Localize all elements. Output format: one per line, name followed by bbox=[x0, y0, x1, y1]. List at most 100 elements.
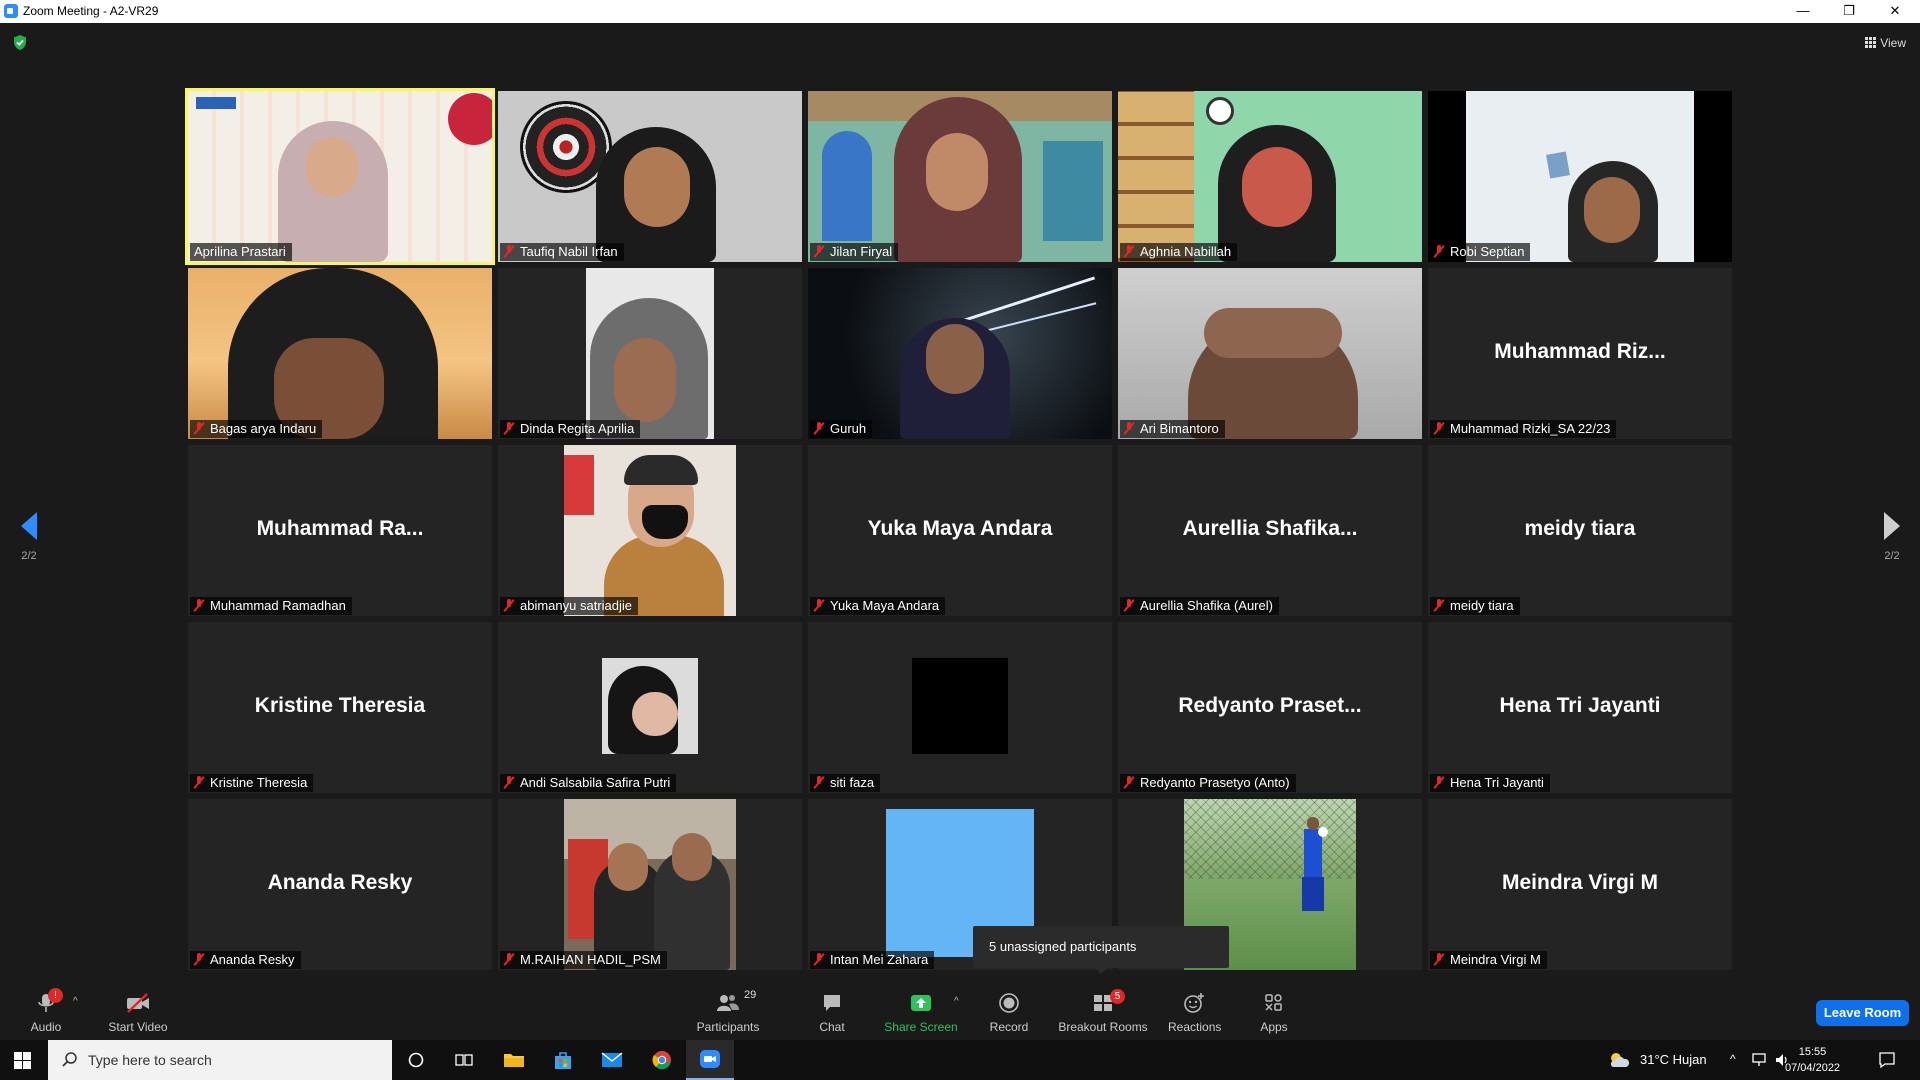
weather-cloud-icon bbox=[1610, 1053, 1630, 1067]
participant-name-label: Yuka Maya Andara bbox=[810, 597, 946, 615]
meeting-top-strip: View bbox=[0, 23, 1920, 63]
participant-tile-p18[interactable]: siti faza bbox=[808, 622, 1112, 793]
muted-mic-icon bbox=[194, 953, 204, 966]
apps-button[interactable]: Apps bbox=[1254, 992, 1294, 1034]
page-indicator-right: 2/2 bbox=[1884, 550, 1900, 562]
muted-mic-icon bbox=[504, 776, 514, 789]
participant-name-label: Kristine Theresia bbox=[190, 774, 314, 792]
previous-page-button[interactable]: 2/2 bbox=[9, 512, 49, 562]
video-camera-off-icon bbox=[127, 993, 149, 1013]
muted-mic-icon bbox=[814, 245, 824, 258]
reactions-label: Reactions bbox=[1168, 1020, 1222, 1034]
restore-button[interactable]: ❐ bbox=[1826, 0, 1872, 23]
close-button[interactable]: ✕ bbox=[1872, 0, 1918, 23]
weather-status[interactable]: 31°C Hujan bbox=[1640, 1052, 1707, 1067]
share-options-caret-icon[interactable]: ^ bbox=[954, 996, 959, 1007]
muted-mic-icon bbox=[194, 422, 204, 435]
chrome-button[interactable] bbox=[638, 1040, 686, 1080]
mail-button[interactable] bbox=[588, 1040, 636, 1080]
participant-tile-p1[interactable]: Aprilina Prastari bbox=[185, 88, 495, 265]
task-view-icon bbox=[455, 1054, 473, 1066]
participant-display-name: Meindra Virgi M bbox=[1502, 871, 1658, 894]
record-label: Record bbox=[989, 1020, 1029, 1034]
view-button[interactable]: View bbox=[1865, 36, 1906, 50]
right-arrow-icon bbox=[1884, 512, 1900, 540]
participant-tile-p6[interactable]: Bagas arya Indaru bbox=[188, 268, 492, 439]
participants-button[interactable]: 29 Participants bbox=[696, 989, 760, 1034]
video-feed bbox=[808, 91, 1112, 262]
minimize-button[interactable]: — bbox=[1780, 0, 1826, 23]
share-screen-button[interactable]: Share Screen bbox=[884, 992, 958, 1034]
breakout-rooms-button[interactable]: 5 Breakout Rooms bbox=[1058, 989, 1148, 1034]
page-indicator-left: 2/2 bbox=[21, 550, 37, 562]
file-explorer-button[interactable] bbox=[490, 1040, 538, 1080]
participant-tile-p11[interactable]: Muhammad Ra... Muhammad Ramadhan bbox=[188, 445, 492, 616]
record-button[interactable]: Record bbox=[986, 992, 1032, 1034]
participant-tile-p7[interactable]: Dinda Regita Aprilia bbox=[498, 268, 802, 439]
taskbar-clock[interactable]: 15:55 07/04/2022 bbox=[1785, 1044, 1840, 1076]
taskbar-search-box[interactable]: Type here to search bbox=[48, 1040, 392, 1080]
zoom-taskbar-button[interactable] bbox=[686, 1040, 734, 1080]
participant-tile-p8[interactable]: Guruh bbox=[808, 268, 1112, 439]
task-view-button[interactable] bbox=[440, 1040, 488, 1080]
participants-icon bbox=[717, 995, 739, 1011]
notifications-icon[interactable] bbox=[1878, 1051, 1896, 1069]
participant-tile-p4[interactable]: Aghnia Nabillah bbox=[1118, 91, 1422, 262]
video-feed bbox=[602, 658, 698, 754]
audio-button[interactable]: ! Audio bbox=[26, 988, 66, 1034]
video-feed bbox=[1118, 268, 1422, 439]
chat-button[interactable]: Chat bbox=[812, 992, 852, 1034]
participant-tile-p15[interactable]: meidy tiara meidy tiara bbox=[1428, 445, 1732, 616]
show-hidden-icons-chevron-icon[interactable]: ^ bbox=[1730, 1052, 1736, 1066]
leave-room-button[interactable]: Leave Room bbox=[1816, 1000, 1909, 1026]
participant-tile-p20[interactable]: Hena Tri Jayanti Hena Tri Jayanti bbox=[1428, 622, 1732, 793]
participant-tile-p16[interactable]: Kristine Theresia Kristine Theresia bbox=[188, 622, 492, 793]
participant-tile-p9[interactable]: Ari Bimantoro bbox=[1118, 268, 1422, 439]
participant-tile-p25[interactable]: Meindra Virgi M Meindra Virgi M bbox=[1428, 799, 1732, 970]
participant-name-label: Aurellia Shafika (Aurel) bbox=[1120, 597, 1279, 615]
video-feed bbox=[564, 445, 736, 616]
participant-name-label: Dinda Regita Aprilia bbox=[500, 420, 641, 438]
view-label: View bbox=[1880, 36, 1906, 50]
participant-tile-p2[interactable]: Taufiq Nabil Irfan bbox=[498, 91, 802, 262]
participant-name-label: Bagas arya Indaru bbox=[190, 420, 323, 438]
left-arrow-icon bbox=[21, 512, 37, 540]
network-icon[interactable] bbox=[1752, 1053, 1770, 1067]
video-feed bbox=[1428, 91, 1732, 262]
cortana-button[interactable] bbox=[392, 1040, 440, 1080]
participant-tile-p22[interactable]: M.RAIHAN HADIL_PSM bbox=[498, 799, 802, 970]
muted-mic-icon bbox=[814, 422, 824, 435]
participant-tile-p17[interactable]: Andi Salsabila Safira Putri bbox=[498, 622, 802, 793]
participant-tile-p12[interactable]: abimanyu satriadjie bbox=[498, 445, 802, 616]
muted-mic-icon bbox=[814, 953, 824, 966]
muted-mic-icon bbox=[194, 599, 204, 612]
video-feed bbox=[188, 268, 492, 439]
participant-tile-p10[interactable]: Muhammad Riz... Muhammad Rizki_SA 22/23 bbox=[1428, 268, 1732, 439]
apps-icon bbox=[1265, 994, 1282, 1011]
audio-options-caret-icon[interactable]: ^ bbox=[73, 996, 78, 1007]
participant-name-label: Aprilina Prastari bbox=[190, 243, 292, 261]
participant-name-label: abimanyu satriadjie bbox=[500, 597, 639, 615]
breakout-rooms-tooltip: 5 unassigned participants bbox=[973, 926, 1229, 974]
security-shield-icon[interactable] bbox=[12, 34, 28, 51]
window-title-bar: Zoom Meeting - A2-VR29 — ❐ ✕ bbox=[0, 0, 1920, 23]
search-icon bbox=[62, 1052, 77, 1067]
participant-display-name: Ananda Resky bbox=[267, 871, 413, 894]
participant-tile-p14[interactable]: Aurellia Shafika... Aurellia Shafika (Au… bbox=[1118, 445, 1422, 616]
next-page-button[interactable]: 2/2 bbox=[1872, 512, 1912, 562]
muted-mic-icon bbox=[1124, 422, 1134, 435]
video-feed bbox=[912, 658, 1008, 754]
participant-tile-p3[interactable]: Jilan Firyal bbox=[808, 91, 1112, 262]
reactions-button[interactable]: Reactions bbox=[1168, 992, 1222, 1034]
participant-tile-p13[interactable]: Yuka Maya Andara Yuka Maya Andara bbox=[808, 445, 1112, 616]
participant-tile-p5[interactable]: Robi Septian bbox=[1428, 91, 1732, 262]
participant-tile-p21[interactable]: Ananda Resky Ananda Resky bbox=[188, 799, 492, 970]
start-video-button[interactable]: Start Video bbox=[108, 992, 168, 1034]
gallery-view-grid: Aprilina Prastari Taufiq Nabil Irfan Jil… bbox=[185, 88, 1734, 971]
grid-view-icon bbox=[1865, 37, 1877, 48]
windows-start-icon[interactable] bbox=[14, 1052, 31, 1069]
participant-tile-p19[interactable]: Redyanto Praset... Redyanto Prasetyo (An… bbox=[1118, 622, 1422, 793]
search-placeholder: Type here to search bbox=[88, 1052, 212, 1068]
microsoft-store-button[interactable] bbox=[539, 1040, 587, 1080]
clock-time: 15:55 bbox=[1798, 1046, 1827, 1058]
